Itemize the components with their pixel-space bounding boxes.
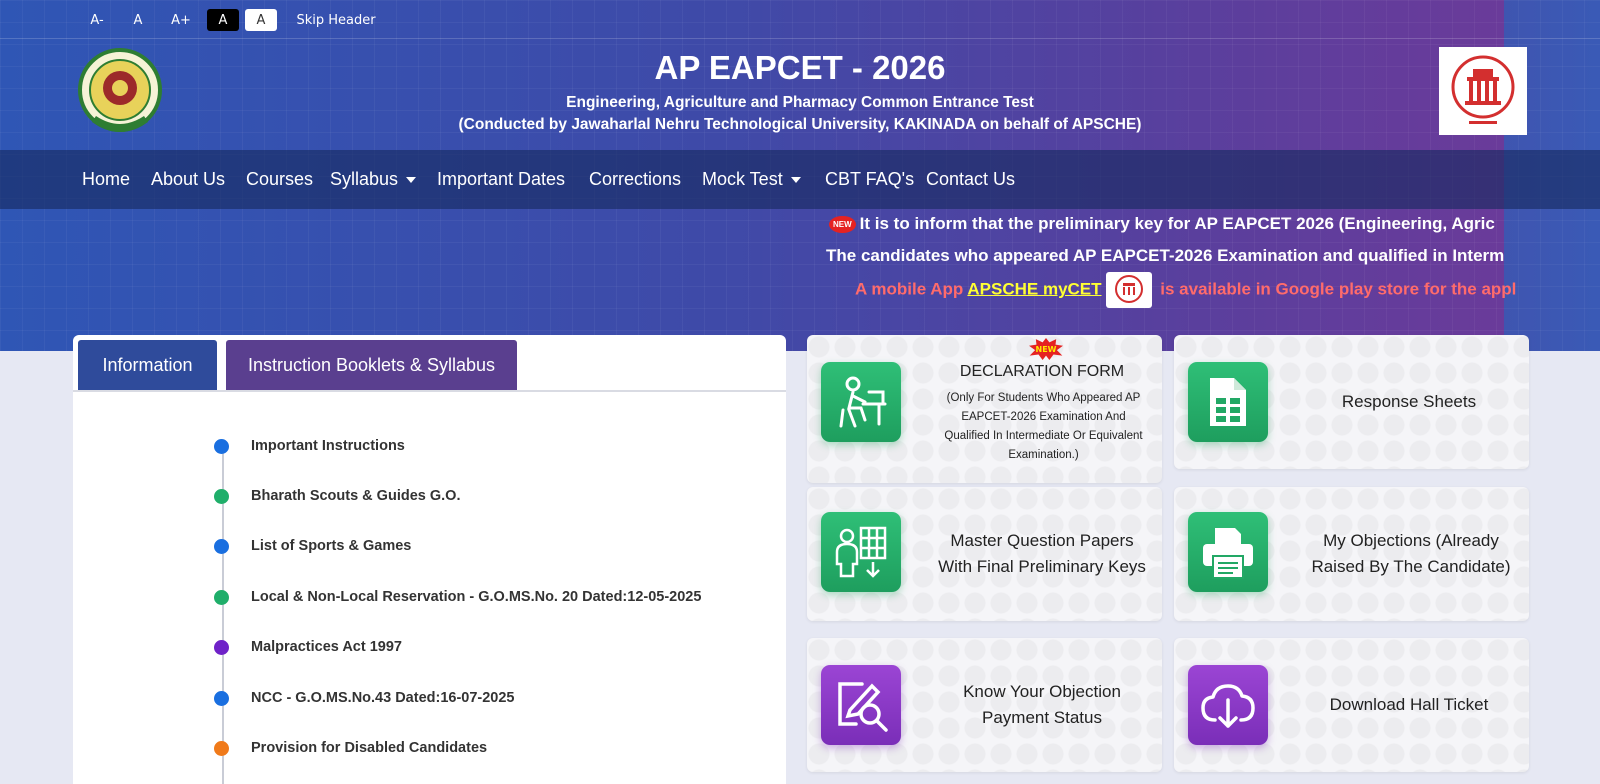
list-item[interactable]: Local & Non-Local Reservation - G.O.MS.N… [214,587,701,607]
nav-important-dates[interactable]: Important Dates [437,150,565,209]
nav-home[interactable]: Home [82,150,130,209]
response-sheets-label: Response Sheets [1341,392,1477,411]
response-sheets-card[interactable]: Response Sheets [1174,335,1529,469]
spreadsheet-icon [1188,362,1268,442]
timeline-dot [214,438,229,454]
tab-information[interactable]: Information [78,340,217,391]
page-subtitle: Engineering, Agriculture and Pharmacy Co… [566,94,1034,111]
download-hall-ticket-card[interactable]: Download Hall Ticket [1174,638,1529,772]
accessibility-bar: A- A A+ A A Skip Header [0,0,1600,39]
skip-header-link[interactable]: Skip Header [294,9,378,31]
new-burst-icon: NEW [1029,338,1063,360]
list-item[interactable]: NCC - G.O.MS.No.43 Dated:16-07-2025 [214,688,515,708]
conducted-by-text: (Conducted by Jawaharlal Nehru Technolog… [458,116,1142,133]
master-question-papers-label: Master Question Papers With Final Prelim… [938,531,1146,576]
main-navbar: Home About Us Courses Syllabus Important… [0,150,1600,209]
timeline-dot [214,639,229,655]
page-title: AP EAPCET - 2026 [654,49,946,86]
list-item[interactable]: Malpractices Act 1997 [214,637,402,657]
header-band: A- A A+ A A Skip Header AP EAPCET - 2026… [0,0,1600,351]
chevron-down-icon [790,176,801,183]
objection-payment-status-card[interactable]: Know Your Objection Payment Status [807,638,1162,772]
my-objections-label: My Objections (Already Raised By The Can… [1311,531,1511,576]
nav-syllabus-dropdown[interactable]: Syllabus [330,150,417,209]
apsche-logo[interactable] [1439,47,1527,135]
declaration-title: DECLARATION FORM [959,363,1125,380]
nav-contact-us[interactable]: Contact Us [926,150,1015,209]
nav-syllabus-label: Syllabus [330,169,399,189]
list-item-label: Malpractices Act 1997 [251,639,402,655]
tab-instruction-booklets[interactable]: Instruction Booklets & Syllabus [226,340,517,391]
nav-mock-test-label: Mock Test [702,169,783,189]
declaration-form-card[interactable]: NEW DECLARATION FORM (Only For Students … [807,335,1162,483]
dark-contrast-button[interactable]: A [207,9,239,31]
chevron-down-icon [406,176,417,183]
font-increase-button[interactable]: A+ [168,9,194,31]
nav-courses[interactable]: Courses [246,150,313,209]
announcement-text-1: It is to inform that the preliminary key… [859,214,1495,233]
student-desk-icon [821,362,901,442]
question-paper-icon [821,512,901,592]
objection-payment-status-label: Know Your Objection Payment Status [963,682,1121,727]
timeline-dot [214,488,229,504]
list-item-label: Important Instructions [251,438,405,454]
announcement-line-3: A mobile App APSCHE myCET is available i… [855,272,1516,308]
announcement-text-3a: A mobile App [855,279,968,299]
tab-divider [73,390,786,392]
list-item[interactable]: Bharath Scouts & Guides G.O. [214,486,460,506]
list-item[interactable]: List of Sports & Games [214,536,411,556]
list-item-label: Provision for Disabled Candidates [251,740,488,756]
font-normal-button[interactable]: A [128,9,148,31]
announcement-text-3b: is available in Google play store for th… [1155,279,1517,299]
font-decrease-button[interactable]: A- [86,9,108,31]
list-item-label: List of Sports & Games [251,538,412,554]
master-question-papers-card[interactable]: Master Question Papers With Final Prelim… [807,487,1162,621]
my-objections-card[interactable]: My Objections (Already Raised By The Can… [1174,487,1529,621]
announcement-line-1[interactable]: NEW It is to inform that the preliminary … [829,214,1495,234]
nav-cbt-faqs[interactable]: CBT FAQ's [825,150,914,209]
announcement-line-2[interactable]: The candidates who appeared AP EAPCET-20… [826,246,1504,266]
timeline-dot [214,690,229,706]
mycet-app-link[interactable]: APSCHE myCET [967,279,1101,298]
nav-about-us[interactable]: About Us [151,150,225,209]
cloud-download-icon [1188,665,1268,745]
nav-corrections[interactable]: Corrections [589,150,681,209]
nav-mock-test-dropdown[interactable]: Mock Test [702,150,801,209]
timeline-dot [214,589,229,605]
light-contrast-button[interactable]: A [245,9,277,31]
document-search-icon [821,665,901,745]
list-item-label: Local & Non-Local Reservation - G.O.MS.N… [251,589,702,605]
list-item-label: NCC - G.O.MS.No.43 Dated:16-07-2025 [251,690,515,706]
mycet-app-icon[interactable] [1105,272,1152,308]
timeline-dot [214,740,229,756]
printer-icon [1188,512,1268,592]
download-hall-ticket-label: Download Hall Ticket [1329,695,1489,714]
list-item[interactable]: Important Instructions [214,436,405,456]
list-item-label: Bharath Scouts & Guides G.O. [251,488,461,504]
timeline-dot [214,538,229,554]
list-item[interactable]: Provision for Disabled Candidates [214,738,487,758]
information-panel: Information Instruction Booklets & Sylla… [73,335,786,784]
declaration-note: (Only For Students Who Appeared AP EAPCE… [944,392,1143,461]
new-badge-icon: NEW [829,216,856,234]
